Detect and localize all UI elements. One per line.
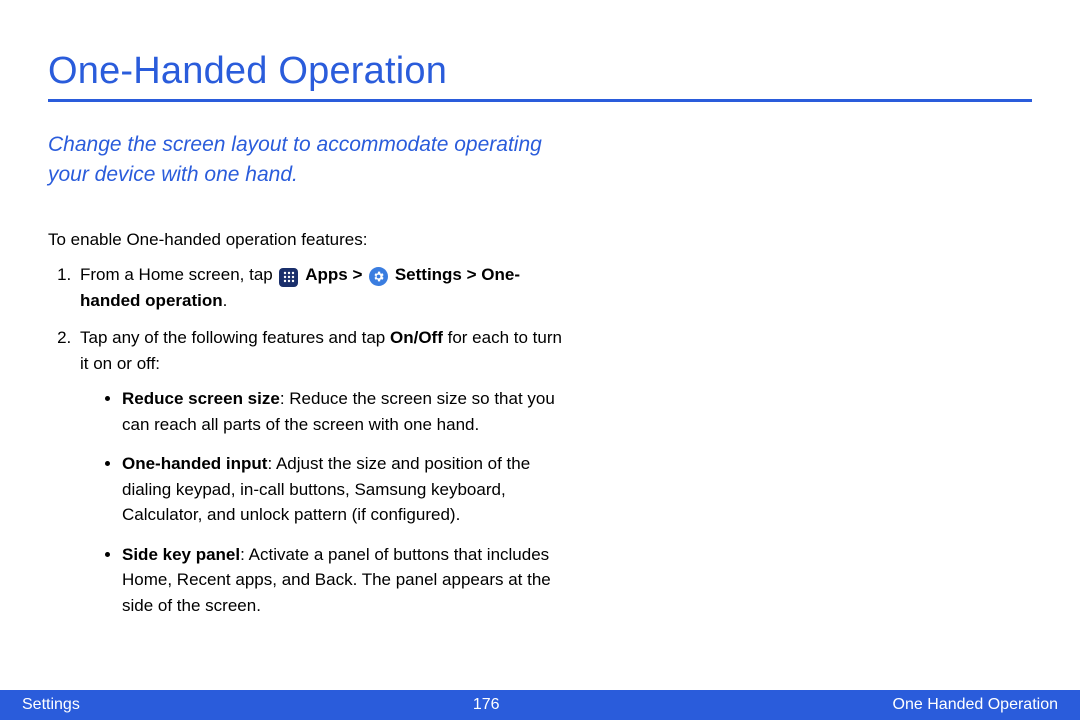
onoff-label: On/Off	[390, 328, 443, 347]
step-1-pre: From a Home screen, tap	[80, 265, 277, 284]
intro-text: To enable One-handed operation features:	[48, 227, 568, 253]
feature-list: Reduce screen size: Reduce the screen si…	[80, 386, 568, 618]
apps-label: Apps	[305, 265, 348, 284]
footer-left: Settings	[22, 696, 80, 714]
feature-term: One-handed input	[122, 454, 267, 473]
footer-page-number: 176	[473, 696, 500, 714]
page-title: One-Handed Operation	[48, 50, 1032, 93]
body-text: To enable One-handed operation features:…	[48, 227, 568, 619]
settings-label: Settings	[395, 265, 462, 284]
footer-right: One Handed Operation	[893, 696, 1058, 714]
title-rule	[48, 99, 1032, 102]
step-1-post: .	[223, 291, 228, 310]
apps-icon	[279, 268, 298, 287]
settings-icon	[369, 267, 388, 286]
sep-1: >	[352, 265, 367, 284]
list-item: Side key panel: Activate a panel of butt…	[122, 542, 568, 619]
step-1: From a Home screen, tap Apps > Settings …	[76, 262, 568, 313]
list-item: Reduce screen size: Reduce the screen si…	[122, 386, 568, 437]
step-2: Tap any of the following features and ta…	[76, 325, 568, 618]
feature-term: Reduce screen size	[122, 389, 280, 408]
step-2-pre: Tap any of the following features and ta…	[80, 328, 390, 347]
steps-list: From a Home screen, tap Apps > Settings …	[48, 262, 568, 618]
sep-2: >	[467, 265, 482, 284]
page-footer: Settings 176 One Handed Operation	[0, 690, 1080, 720]
feature-term: Side key panel	[122, 545, 240, 564]
page-subtitle: Change the screen layout to accommodate …	[48, 130, 568, 191]
list-item: One-handed input: Adjust the size and po…	[122, 451, 568, 528]
